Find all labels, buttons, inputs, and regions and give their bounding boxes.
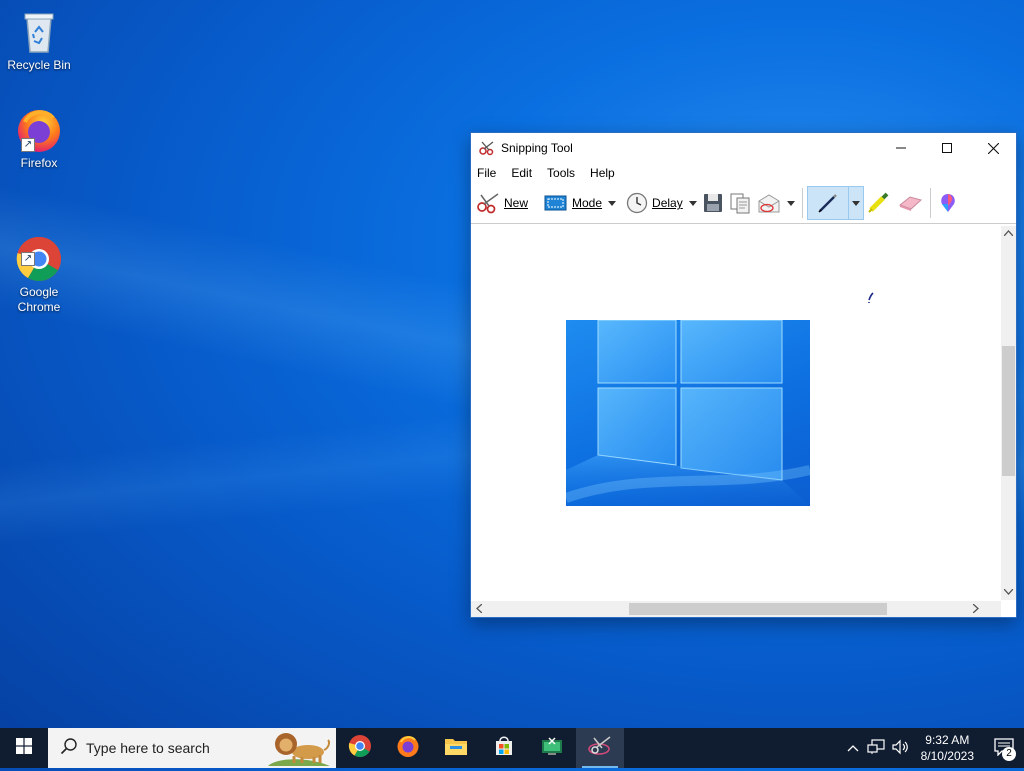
- scroll-down-arrow-icon[interactable]: [1003, 587, 1014, 598]
- store-icon: [493, 735, 515, 762]
- new-snip-button[interactable]: New: [473, 187, 531, 219]
- pen-dropdown-arrow[interactable]: [848, 186, 864, 220]
- scroll-right-arrow-icon[interactable]: [972, 603, 979, 616]
- toolbar-separator: [929, 188, 931, 218]
- close-button[interactable]: [970, 133, 1016, 163]
- recycle-bin-icon: [15, 8, 63, 56]
- shortcut-arrow-icon: ↗: [21, 252, 35, 266]
- menu-file[interactable]: File: [477, 166, 496, 180]
- taskbar-firefox[interactable]: [384, 728, 432, 768]
- mode-dropdown-arrow[interactable]: [605, 187, 619, 219]
- toolbar: New Mode Delay: [471, 183, 1016, 224]
- maximize-button[interactable]: [924, 133, 970, 163]
- action-center-button[interactable]: 2: [984, 728, 1024, 768]
- menu-tools[interactable]: Tools: [547, 166, 575, 180]
- menu-edit[interactable]: Edit: [511, 166, 532, 180]
- pen-icon: [817, 192, 839, 214]
- shortcut-arrow-icon: ↗: [21, 138, 35, 152]
- firefox-icon: ↗: [15, 106, 63, 154]
- delay-label: Delay: [652, 196, 683, 210]
- send-snip-button[interactable]: [754, 187, 784, 219]
- volume-icon[interactable]: [891, 739, 909, 758]
- vertical-scrollbar[interactable]: [1001, 226, 1016, 600]
- search-box[interactable]: Type here to search: [48, 728, 336, 768]
- monitor-app-icon: [541, 736, 563, 761]
- taskbar-file-explorer[interactable]: [432, 728, 480, 768]
- desktop-icon-recycle-bin[interactable]: Recycle Bin: [4, 8, 74, 73]
- delay-dropdown-arrow[interactable]: [686, 187, 700, 219]
- send-dropdown-arrow[interactable]: [784, 187, 798, 219]
- system-tray: 9:32 AM 8/10/2023 2: [847, 728, 1024, 768]
- chrome-icon: [348, 734, 372, 763]
- desktop-icon-label: Firefox: [20, 156, 58, 170]
- copy-icon: [729, 192, 751, 214]
- start-button[interactable]: [0, 728, 48, 768]
- minimize-button[interactable]: [878, 133, 924, 163]
- save-icon: [703, 193, 723, 213]
- clock[interactable]: 9:32 AM 8/10/2023: [921, 732, 974, 764]
- desktop-icon-google-chrome[interactable]: ↗ Google Chrome: [4, 205, 74, 330]
- snipping-tool-window: Snipping Tool File Edit Tools Help New M…: [470, 132, 1017, 618]
- eraser-button[interactable]: [894, 187, 926, 219]
- scroll-up-arrow-icon[interactable]: [1003, 228, 1014, 239]
- notification-count-badge: 2: [1002, 747, 1016, 761]
- snipping-tool-icon: [587, 735, 613, 762]
- search-placeholder: Type here to search: [86, 740, 210, 756]
- desktop-icon-firefox[interactable]: ↗ Firefox: [4, 106, 74, 171]
- search-icon: [60, 737, 78, 760]
- delay-button[interactable]: Delay: [623, 187, 686, 219]
- eraser-icon: [897, 193, 923, 213]
- desktop-icon-label: Google Chrome: [17, 285, 61, 314]
- menu-help[interactable]: Help: [590, 166, 615, 180]
- horizontal-scroll-thumb[interactable]: [629, 603, 887, 615]
- scissors-icon: [476, 192, 500, 214]
- toolbar-separator: [801, 188, 803, 218]
- clock-date: 8/10/2023: [920, 749, 974, 763]
- menu-bar: File Edit Tools Help: [471, 163, 1016, 183]
- windows-logo-icon: [16, 737, 32, 759]
- save-button[interactable]: [700, 187, 726, 219]
- desktop-icon-label: Recycle Bin: [7, 58, 71, 72]
- folder-icon: [444, 736, 468, 761]
- snip-canvas[interactable]: [472, 226, 1000, 600]
- highlighter-button[interactable]: [864, 187, 894, 219]
- taskbar-chrome[interactable]: [336, 728, 384, 768]
- highlighter-icon: [867, 192, 891, 214]
- mode-button[interactable]: Mode: [541, 187, 605, 219]
- paint-3d-icon: [938, 192, 958, 214]
- firefox-icon: [396, 734, 420, 763]
- chrome-icon: ↗: [15, 220, 63, 281]
- network-icon[interactable]: [867, 738, 885, 758]
- captured-snip-image: [566, 320, 810, 506]
- scroll-left-arrow-icon[interactable]: [476, 603, 483, 616]
- new-label: New: [504, 196, 529, 210]
- taskbar-app-green[interactable]: [528, 728, 576, 768]
- taskbar-snipping-tool[interactable]: [576, 728, 624, 768]
- snipping-tool-icon: [479, 140, 495, 156]
- taskbar: Type here to search 9:32 AM 8/10/2023 2: [0, 728, 1024, 768]
- rectangular-snip-icon: [544, 194, 568, 212]
- horizontal-scrollbar[interactable]: [471, 601, 1001, 617]
- clock-time: 9:32 AM: [925, 733, 970, 747]
- email-icon: [757, 192, 781, 214]
- taskbar-microsoft-store[interactable]: [480, 728, 528, 768]
- mode-label: Mode: [572, 196, 603, 210]
- window-title: Snipping Tool: [501, 141, 573, 155]
- pen-stroke-mark: [868, 292, 874, 303]
- clock-icon: [626, 192, 648, 214]
- edit-with-paint3d-button[interactable]: [935, 187, 961, 219]
- copy-button[interactable]: [726, 187, 754, 219]
- search-highlight-lion-icon: [266, 730, 332, 771]
- pen-button[interactable]: [806, 186, 849, 220]
- title-bar[interactable]: Snipping Tool: [471, 133, 1016, 163]
- vertical-scroll-thumb[interactable]: [1002, 346, 1015, 476]
- show-hidden-icons-chevron-icon[interactable]: [847, 741, 859, 755]
